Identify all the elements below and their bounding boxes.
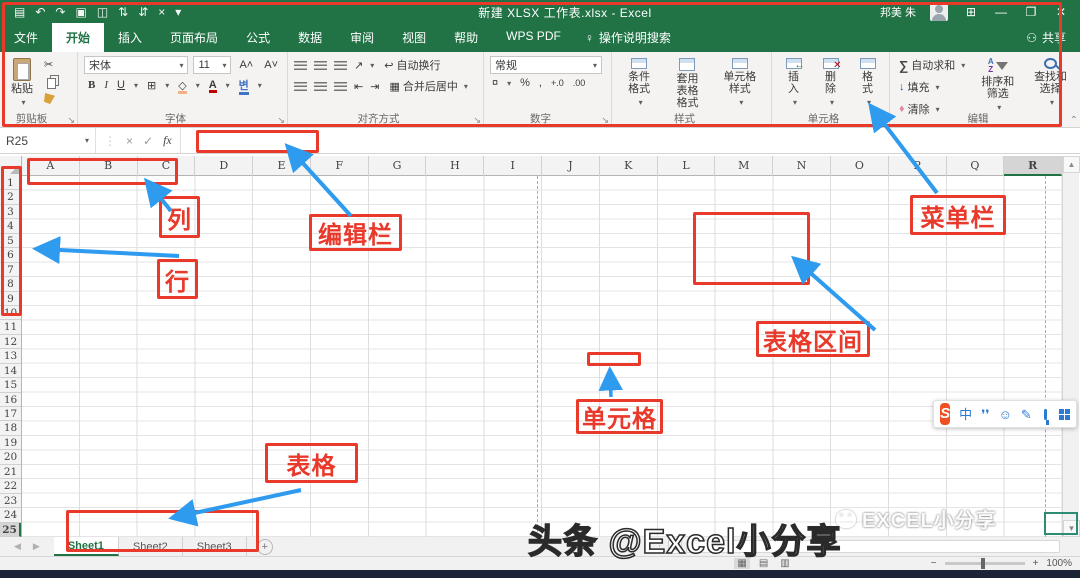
s-logo[interactable]: S [940, 403, 950, 425]
sheet-nav-left-icon[interactable]: ◀ [14, 541, 21, 552]
watermark-faint: EXCEL小分享 [836, 504, 997, 533]
microphone-icon[interactable] [1044, 409, 1047, 420]
column-header-H[interactable]: H [426, 156, 484, 176]
annotation-box-row-headers [1, 166, 22, 316]
sheet-nav-right-icon[interactable]: ▶ [33, 541, 40, 552]
add-sheet-button[interactable]: + [257, 539, 273, 555]
column-header-J[interactable]: J [542, 156, 600, 176]
pencil-icon[interactable]: ✎ [1021, 408, 1032, 421]
annotation-box-cell [587, 352, 641, 366]
annotation-box-formula-bar [196, 130, 319, 153]
enter-icon[interactable]: ✓ [143, 134, 153, 148]
insert-function-icon[interactable]: fx [163, 133, 172, 148]
column-header-I[interactable]: I [484, 156, 542, 176]
annotation-label-row: 行 [157, 259, 198, 299]
column-header-D[interactable]: D [195, 156, 253, 176]
column-header-O[interactable]: O [831, 156, 889, 176]
column-header-N[interactable]: N [773, 156, 831, 176]
row-header-22[interactable]: 22 [0, 479, 21, 493]
row-header-25[interactable]: 25 [0, 523, 21, 537]
annotation-label-cell: 单元格 [576, 399, 663, 434]
row-header-23[interactable]: 23 [0, 494, 21, 508]
annotation-label-range: 表格区间 [756, 321, 870, 357]
row-header-17[interactable]: 17 [0, 407, 21, 421]
cancel-icon[interactable]: × [126, 134, 133, 148]
column-header-F[interactable]: F [311, 156, 369, 176]
row-header-13[interactable]: 13 [0, 349, 21, 363]
annotation-label-formula-bar: 编辑栏 [309, 214, 402, 251]
name-box-value: R25 [6, 134, 28, 148]
scroll-up-icon[interactable]: ▲ [1063, 156, 1080, 173]
column-header-L[interactable]: L [658, 156, 716, 176]
row-header-15[interactable]: 15 [0, 378, 21, 392]
row-header-12[interactable]: 12 [0, 335, 21, 349]
pointer-icon[interactable]: 中 [959, 408, 972, 421]
formula-row: R25 ▾ ⋮ × ✓ fx [0, 128, 1080, 154]
column-header-E[interactable]: E [253, 156, 311, 176]
smiley-icon[interactable]: ☺ [999, 408, 1012, 421]
zoom-level[interactable]: 100% [1046, 558, 1072, 569]
annotation-label-sheet: 表格 [265, 443, 358, 483]
annotation-label-menu-bar: 菜单栏 [910, 195, 1006, 235]
watermark-bold: 头条 @Excel小分享 [528, 514, 841, 563]
row-header-24[interactable]: 24 [0, 508, 21, 522]
annotation-box-ribbon [2, 2, 1062, 127]
annotation-label-column: 列 [159, 196, 200, 238]
annotation-box-range [693, 212, 810, 285]
collapse-ribbon-icon[interactable]: ⌃ [1070, 115, 1078, 126]
zoom-out-button[interactable]: − [931, 558, 937, 569]
zoom-in-button[interactable]: + [1033, 558, 1039, 569]
column-header-M[interactable]: M [715, 156, 773, 176]
zoom-slider[interactable] [945, 562, 1025, 565]
vertical-scrollbar[interactable]: ▲ ▼ [1062, 156, 1079, 537]
page-break-line [537, 176, 538, 537]
row-header-18[interactable]: 18 [0, 421, 21, 435]
row-header-19[interactable]: 19 [0, 436, 21, 450]
column-header-G[interactable]: G [369, 156, 427, 176]
column-header-R[interactable]: R [1004, 156, 1062, 176]
comment-icon[interactable]: ❜❜ [981, 408, 989, 421]
page-break-line [1045, 176, 1046, 537]
chevron-down-icon: ▾ [85, 136, 89, 145]
row-header-14[interactable]: 14 [0, 364, 21, 378]
column-header-P[interactable]: P [889, 156, 947, 176]
annotation-box-column-headers [27, 158, 178, 185]
column-header-K[interactable]: K [600, 156, 658, 176]
apps-grid-icon[interactable] [1059, 409, 1070, 420]
row-header-16[interactable]: 16 [0, 393, 21, 407]
bottom-dark-bar [0, 570, 1080, 578]
row-header-21[interactable]: 21 [0, 465, 21, 479]
row-header-20[interactable]: 20 [0, 450, 21, 464]
annotation-box-sheet-tabs [66, 510, 259, 552]
excel-window: ▤↶↷▣◫⇅⇵×▾ 新建 XLSX 工作表.xlsx - Excel 邦美 朱 … [0, 0, 1080, 578]
watermark-faint-text: EXCEL小分享 [862, 504, 997, 533]
floating-toolbar: S 中 ❜❜ ☺ ✎ [933, 400, 1077, 428]
name-box[interactable]: R25 ▾ [0, 128, 96, 153]
row-header-11[interactable]: 11 [0, 320, 21, 334]
watermark-green-box [1044, 512, 1078, 535]
zoom-slider-thumb[interactable] [981, 558, 985, 569]
column-header-Q[interactable]: Q [947, 156, 1005, 176]
